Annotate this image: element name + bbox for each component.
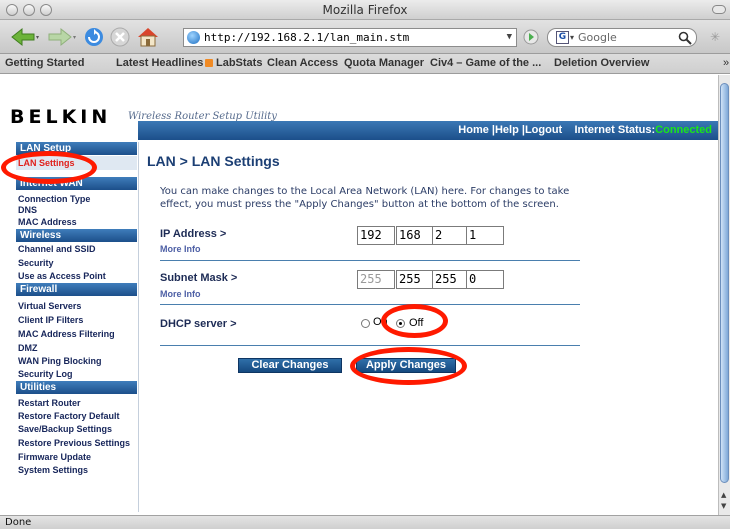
toolbar-toggle-button[interactable]: [712, 5, 726, 14]
sidebar-section-firewall[interactable]: Firewall: [16, 283, 137, 296]
bookmarks-toolbar: Getting Started Latest Headlines LabStat…: [0, 54, 730, 74]
scroll-up-arrow-icon[interactable]: ▲: [721, 491, 726, 499]
window-title: Mozilla Firefox: [322, 3, 408, 17]
top-nav-bar: Home |Help |Logout Internet Status:Conne…: [138, 121, 718, 140]
page-title: LAN > LAN Settings: [147, 153, 280, 169]
go-arrow-icon: [523, 29, 539, 45]
scrollbar-thumb[interactable]: [720, 83, 729, 483]
sidebar-divider: [138, 142, 139, 512]
reload-icon: [85, 28, 103, 46]
sidebar-item-save-backup[interactable]: Save/Backup Settings: [18, 424, 112, 435]
engine-dropdown-icon[interactable]: ▾: [570, 29, 574, 46]
subnet-octet-2[interactable]: 255: [396, 270, 434, 289]
sidebar-item-client-ip-filters[interactable]: Client IP Filters: [18, 315, 83, 326]
sidebar-item-dmz[interactable]: DMZ: [18, 343, 38, 354]
sidebar-item-mac-filtering[interactable]: MAC Address Filtering: [18, 329, 115, 340]
subnet-more-info-link[interactable]: More Info: [160, 289, 201, 299]
subnet-octet-4[interactable]: 0: [466, 270, 504, 289]
activity-throbber-icon: ✳: [710, 30, 721, 44]
search-magnifier-icon[interactable]: [678, 30, 692, 49]
dhcp-server-label: DHCP server >: [160, 318, 237, 330]
bookmark-quota-manager[interactable]: Quota Manager: [344, 57, 424, 69]
internet-status-value: Connected: [655, 124, 712, 136]
back-arrow-icon: [11, 27, 39, 47]
bookmark-deletion-overview[interactable]: Deletion Overview: [554, 57, 649, 69]
sidebar-section-wireless[interactable]: Wireless: [16, 229, 137, 242]
annotation-circle-apply-changes: [350, 347, 467, 385]
ip-more-info-link[interactable]: More Info: [160, 244, 201, 254]
bookmark-getting-started[interactable]: Getting Started: [5, 57, 84, 69]
belkin-logo: BELKIN: [10, 106, 112, 128]
search-input[interactable]: G ▾ Google: [547, 28, 697, 47]
ip-octet-3[interactable]: 2: [432, 226, 470, 245]
stop-button[interactable]: [108, 26, 132, 48]
sidebar-item-virtual-servers[interactable]: Virtual Servers: [18, 301, 81, 312]
home-icon: [138, 28, 158, 47]
subnet-octet-1: 255: [357, 270, 395, 289]
sidebar-item-wan-ping-blocking[interactable]: WAN Ping Blocking: [18, 356, 102, 367]
url-text: http://192.168.2.1/lan_main.stm: [204, 31, 410, 44]
stop-icon: [110, 27, 130, 47]
scroll-down-arrow-icon[interactable]: ▼: [721, 502, 726, 510]
internet-status-label: Internet Status:: [574, 124, 656, 136]
sidebar: LAN Setup LAN Settings Internet WAN Conn…: [16, 142, 140, 515]
sidebar-item-mac-address[interactable]: MAC Address: [18, 217, 77, 228]
status-bar: Done: [0, 515, 730, 529]
annotation-circle-dhcp-off: [381, 304, 448, 338]
go-button[interactable]: [523, 29, 539, 45]
google-engine-icon: G: [556, 31, 569, 44]
row-divider: [160, 260, 580, 261]
sidebar-item-system-settings[interactable]: System Settings: [18, 465, 88, 476]
intro-text: You can make changes to the Local Area N…: [160, 186, 570, 210]
subnet-mask-label: Subnet Mask >: [160, 272, 238, 284]
bookmark-label: Latest Headlines: [116, 57, 204, 69]
sidebar-item-restore-previous[interactable]: Restore Previous Settings: [18, 438, 130, 449]
top-nav-links[interactable]: Home |Help |Logout: [458, 124, 562, 136]
vertical-scrollbar[interactable]: ▲ ▼: [718, 75, 730, 515]
forward-button[interactable]: [46, 26, 78, 48]
url-input[interactable]: http://192.168.2.1/lan_main.stm ▼: [183, 28, 517, 47]
sidebar-item-access-point[interactable]: Use as Access Point: [18, 271, 106, 282]
bookmark-labstats[interactable]: LabStats: [216, 57, 262, 69]
ip-address-label: IP Address >: [160, 228, 227, 240]
bookmarks-overflow-icon[interactable]: »: [723, 57, 729, 69]
ip-octet-1[interactable]: 192: [357, 226, 395, 245]
url-dropdown-icon[interactable]: ▼: [507, 29, 512, 46]
sidebar-item-security-log[interactable]: Security Log: [18, 369, 73, 380]
reload-button[interactable]: [82, 26, 106, 48]
home-button[interactable]: [135, 26, 161, 48]
dhcp-on-radio[interactable]: [361, 319, 370, 328]
clear-changes-button[interactable]: Clear Changes: [238, 358, 342, 373]
forward-arrow-icon: [48, 27, 76, 47]
page-viewport: BELKIN Wireless Router Setup Utility Hom…: [0, 75, 718, 515]
back-button[interactable]: [8, 26, 42, 48]
status-text: Done: [5, 517, 32, 528]
rss-feed-icon: [205, 59, 214, 68]
bookmark-clean-access[interactable]: Clean Access: [267, 57, 338, 69]
title-bar: Mozilla Firefox: [0, 0, 730, 20]
row-divider: [160, 345, 580, 346]
sidebar-item-channel-ssid[interactable]: Channel and SSID: [18, 244, 96, 255]
subnet-octet-3[interactable]: 255: [432, 270, 470, 289]
sidebar-item-firmware-update[interactable]: Firmware Update: [18, 452, 91, 463]
navigation-toolbar: http://192.168.2.1/lan_main.stm ▼ G ▾ Go…: [0, 20, 730, 54]
annotation-circle-lan-settings: [1, 151, 97, 184]
sidebar-item-restart-router[interactable]: Restart Router: [18, 398, 81, 409]
ip-octet-2[interactable]: 168: [396, 226, 434, 245]
ip-octet-4[interactable]: 1: [466, 226, 504, 245]
bookmark-civ4[interactable]: Civ4 – Game of the ...: [430, 57, 541, 69]
sidebar-item-restore-factory[interactable]: Restore Factory Default: [18, 411, 120, 422]
browser-window: Mozilla Firefox http://192.168.2.1/lan_m…: [0, 0, 730, 529]
sidebar-item-dns[interactable]: DNS: [18, 205, 37, 216]
sidebar-item-security[interactable]: Security: [18, 258, 54, 269]
site-globe-icon: [187, 31, 200, 44]
row-divider: [160, 304, 580, 305]
sidebar-item-connection-type[interactable]: Connection Type: [18, 194, 90, 205]
bookmark-latest-headlines[interactable]: Latest Headlines: [116, 57, 214, 69]
search-placeholder: Google: [578, 31, 617, 44]
sidebar-section-utilities[interactable]: Utilities: [16, 381, 137, 394]
